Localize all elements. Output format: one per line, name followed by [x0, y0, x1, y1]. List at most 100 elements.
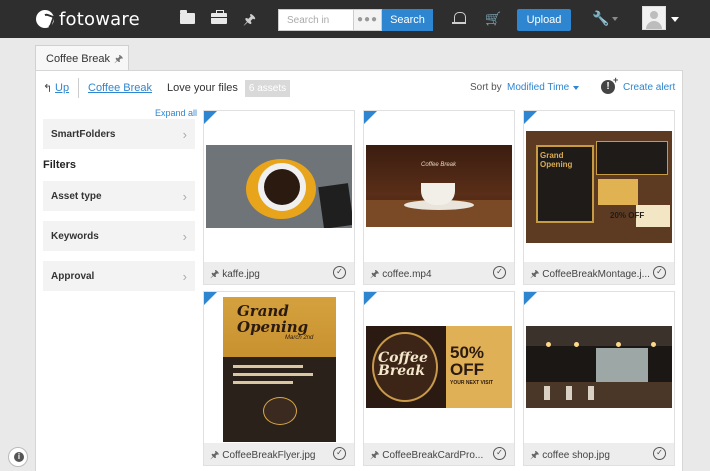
asset-card[interactable]: 🖈 coffee shop.jpg ✓: [523, 291, 675, 466]
pin-icon[interactable]: 🖈: [370, 450, 379, 461]
smartfolders-label: SmartFolders: [51, 129, 116, 140]
asset-thumbnail[interactable]: [206, 145, 352, 228]
check-circle-icon[interactable]: ✓: [653, 266, 666, 279]
tools-caret-icon[interactable]: [612, 17, 618, 21]
pin-icon[interactable]: 🖈: [530, 269, 539, 280]
card-shape: [598, 179, 638, 205]
thumbnail-text: Grand Opening: [237, 302, 309, 336]
sort-caret-icon[interactable]: [573, 86, 579, 90]
stool-shape: [566, 386, 572, 400]
tab-label: Coffee Break: [46, 53, 111, 65]
asset-thumbnail[interactable]: Coffee Break: [366, 145, 512, 227]
asset-footer: 🖈 coffee shop.jpg ✓: [524, 443, 674, 465]
asset-footer: 🖈 CoffeeBreakMontage.j... ✓: [524, 262, 674, 284]
search-options-button[interactable]: ●●●: [353, 9, 382, 31]
asset-thumbnail[interactable]: Grand Opening 20% OFF: [526, 131, 672, 243]
lamp-shape: [574, 342, 579, 347]
thumbnail-text: Coffee Break: [378, 350, 428, 379]
check-circle-icon[interactable]: ✓: [653, 447, 666, 460]
chevron-right-icon: ›: [182, 189, 187, 204]
selection-corner[interactable]: [524, 292, 537, 305]
thumbnail-text: March 2nd: [285, 335, 314, 341]
thumbnail-text: Grand Opening: [540, 151, 573, 169]
top-bar: fotoware 🖈 Search in ●●● Search 🛒 Upload…: [0, 0, 710, 38]
chevron-right-icon: ›: [182, 127, 187, 142]
asset-card[interactable]: 🖈 kaffe.jpg ✓: [203, 110, 355, 285]
check-circle-icon[interactable]: ✓: [333, 266, 346, 279]
pin-icon[interactable]: 🖈: [210, 269, 219, 280]
thumbnail-text: 50% OFF: [450, 343, 485, 379]
asset-thumbnail[interactable]: Grand Opening March 2nd: [223, 297, 336, 442]
filter-label: Keywords: [51, 231, 99, 242]
filter-label: Asset type: [51, 191, 102, 202]
search-input[interactable]: Search in: [278, 9, 353, 31]
pin-icon[interactable]: 🖈: [530, 450, 539, 461]
coffee-shape: [264, 169, 300, 205]
asset-card[interactable]: Coffee Break 50% OFF YOUR NEXT VISIT 🖈 Co…: [363, 291, 515, 466]
up-arrow-icon[interactable]: ↰: [43, 82, 52, 95]
breadcrumb-folder-link[interactable]: Coffee Break: [88, 82, 152, 94]
asset-thumbnail[interactable]: Coffee Break 50% OFF YOUR NEXT VISIT: [366, 326, 512, 408]
phone-shape: [318, 183, 352, 228]
folder-icon[interactable]: [180, 10, 195, 24]
card-shape: [596, 141, 668, 175]
filter-approval[interactable]: Approval ›: [43, 261, 195, 291]
thumbnail-text: Coffee Break: [421, 162, 457, 168]
chevron-right-icon: ›: [182, 269, 187, 284]
check-circle-icon[interactable]: ✓: [493, 266, 506, 279]
selection-corner[interactable]: [364, 292, 377, 305]
selection-corner[interactable]: [524, 111, 537, 124]
check-circle-icon[interactable]: ✓: [333, 447, 346, 460]
tab-coffee-break[interactable]: Coffee Break 🖈: [35, 45, 129, 71]
pin-icon[interactable]: 🖈: [370, 269, 379, 280]
fotoware-logo-icon: [36, 10, 54, 28]
check-circle-icon[interactable]: ✓: [493, 447, 506, 460]
mug-shape: [421, 183, 455, 205]
info-button[interactable]: [8, 447, 28, 467]
user-menu-caret-icon[interactable]: [671, 17, 679, 22]
window-shape: [596, 348, 648, 382]
asset-card[interactable]: Coffee Break 🖈 coffee.mp4 ✓: [363, 110, 515, 285]
alert-plus-icon: +: [613, 75, 619, 85]
selection-corner[interactable]: [204, 292, 217, 305]
lamp-shape: [616, 342, 621, 347]
breadcrumb-divider: [78, 78, 79, 98]
search-button[interactable]: Search: [382, 9, 433, 31]
selection-corner[interactable]: [364, 111, 377, 124]
text-line-shape: [233, 381, 293, 384]
pin-icon[interactable]: 🖈: [243, 9, 256, 33]
selection-corner[interactable]: [204, 111, 217, 124]
briefcase-icon[interactable]: [211, 10, 227, 24]
chevron-right-icon: ›: [182, 229, 187, 244]
asset-filename: kaffe.jpg: [222, 269, 260, 280]
asset-filename: coffee.mp4: [382, 269, 432, 280]
text-line-shape: [233, 373, 313, 376]
notifications-bell-icon[interactable]: [452, 11, 466, 26]
pin-icon[interactable]: 🖈: [210, 450, 219, 461]
filter-label: Approval: [51, 271, 95, 282]
fotoware-logo[interactable]: fotoware: [36, 9, 140, 30]
lamp-shape: [546, 342, 551, 347]
asset-footer: 🖈 kaffe.jpg ✓: [204, 262, 354, 284]
thumbnail-text: 20% OFF: [610, 211, 645, 220]
filter-asset-type[interactable]: Asset type ›: [43, 181, 195, 211]
filter-keywords[interactable]: Keywords ›: [43, 221, 195, 251]
sort-dropdown[interactable]: Modified Time: [507, 82, 569, 93]
user-avatar[interactable]: [642, 6, 666, 30]
flyer-logo-shape: [263, 397, 297, 425]
text-line-shape: [233, 365, 303, 368]
wrench-icon[interactable]: 🔧: [592, 10, 609, 27]
up-link[interactable]: Up: [55, 82, 69, 94]
create-alert-link[interactable]: Create alert: [623, 82, 675, 93]
asset-footer: 🖈 CoffeeBreakCardPro... ✓: [364, 443, 514, 465]
smartfolders-section[interactable]: SmartFolders ›: [43, 119, 195, 149]
cart-icon[interactable]: 🛒: [485, 11, 501, 27]
tab-pin-icon[interactable]: 🖈: [114, 52, 123, 69]
upload-button[interactable]: Upload: [517, 9, 571, 31]
expand-all-link[interactable]: Expand all: [155, 108, 197, 118]
asset-card[interactable]: Grand Opening 20% OFF 🖈 CoffeeBreakMontag…: [523, 110, 675, 285]
asset-thumbnail[interactable]: [526, 326, 672, 408]
asset-card[interactable]: Grand Opening March 2nd 🖈 CoffeeBreakFlye…: [203, 291, 355, 466]
stool-shape: [588, 386, 594, 400]
asset-count-badge: 6 assets: [245, 80, 290, 97]
